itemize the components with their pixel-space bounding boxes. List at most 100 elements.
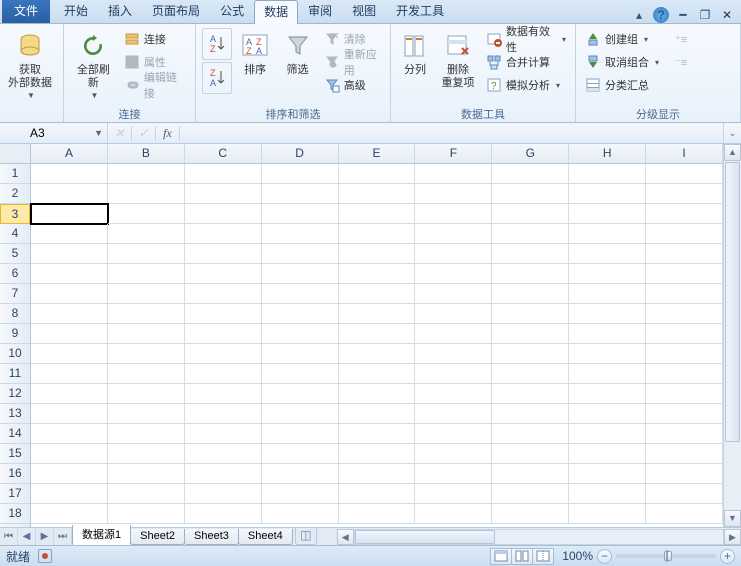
column-header[interactable]: I xyxy=(646,144,723,163)
row-header[interactable]: 14 xyxy=(0,424,30,444)
cell[interactable] xyxy=(646,504,723,524)
cell[interactable] xyxy=(185,284,262,304)
sheet-tab[interactable]: Sheet4 xyxy=(238,529,293,545)
cell[interactable] xyxy=(262,444,339,464)
cell[interactable] xyxy=(262,304,339,324)
cell[interactable] xyxy=(31,384,108,404)
cell[interactable] xyxy=(492,364,569,384)
cell[interactable] xyxy=(415,484,492,504)
cell[interactable] xyxy=(646,324,723,344)
group-button[interactable]: 创建组▾ xyxy=(582,28,662,50)
cell[interactable] xyxy=(646,404,723,424)
text-to-columns-button[interactable]: 分列 xyxy=(397,28,433,79)
cell[interactable] xyxy=(415,264,492,284)
cell[interactable] xyxy=(415,184,492,204)
cells-area[interactable] xyxy=(31,164,723,527)
tab-home[interactable]: 开始 xyxy=(54,0,98,23)
cell[interactable] xyxy=(31,264,108,284)
cell[interactable] xyxy=(185,384,262,404)
cell[interactable] xyxy=(492,444,569,464)
cell[interactable] xyxy=(415,244,492,264)
cell[interactable] xyxy=(185,204,262,224)
cell[interactable] xyxy=(262,384,339,404)
cell[interactable] xyxy=(492,384,569,404)
tab-review[interactable]: 审阅 xyxy=(298,0,342,23)
sheet-nav-prev-icon[interactable]: ◀ xyxy=(18,528,36,545)
scroll-down-icon[interactable]: ▼ xyxy=(724,510,741,527)
cell[interactable] xyxy=(31,364,108,384)
sheet-nav-next-icon[interactable]: ▶ xyxy=(36,528,54,545)
cell[interactable] xyxy=(339,324,416,344)
cell[interactable] xyxy=(108,204,185,224)
cell[interactable] xyxy=(31,424,108,444)
cell[interactable] xyxy=(415,464,492,484)
cell[interactable] xyxy=(185,324,262,344)
cell[interactable] xyxy=(569,284,646,304)
cell[interactable] xyxy=(646,184,723,204)
cell[interactable] xyxy=(646,244,723,264)
column-header[interactable]: C xyxy=(185,144,262,163)
dropdown-arrow-icon[interactable]: ▼ xyxy=(94,128,103,138)
cell[interactable] xyxy=(646,304,723,324)
row-header[interactable]: 6 xyxy=(0,264,30,284)
cell[interactable] xyxy=(262,404,339,424)
cell[interactable] xyxy=(31,244,108,264)
column-header[interactable]: A xyxy=(31,144,108,163)
cell[interactable] xyxy=(185,304,262,324)
cell[interactable] xyxy=(646,484,723,504)
cell[interactable] xyxy=(569,204,646,224)
cell[interactable] xyxy=(262,284,339,304)
advanced-filter-button[interactable]: 高级 xyxy=(321,74,384,96)
cell[interactable] xyxy=(492,424,569,444)
sheet-tab[interactable]: Sheet3 xyxy=(184,529,239,545)
cell[interactable] xyxy=(415,504,492,524)
row-header[interactable]: 12 xyxy=(0,384,30,404)
cell[interactable] xyxy=(185,244,262,264)
row-header[interactable]: 5 xyxy=(0,244,30,264)
row-header[interactable]: 13 xyxy=(0,404,30,424)
scroll-thumb[interactable] xyxy=(725,162,740,442)
cell[interactable] xyxy=(185,424,262,444)
sort-asc-button[interactable]: AZ xyxy=(202,28,232,60)
cell[interactable] xyxy=(262,324,339,344)
new-sheet-button[interactable]: ◫ xyxy=(295,528,317,545)
cell[interactable] xyxy=(339,204,416,224)
tab-insert[interactable]: 插入 xyxy=(98,0,142,23)
cell[interactable] xyxy=(646,384,723,404)
close-window-icon[interactable]: ✕ xyxy=(719,7,735,23)
cell[interactable] xyxy=(569,244,646,264)
cell[interactable] xyxy=(185,224,262,244)
cell[interactable] xyxy=(569,264,646,284)
cell[interactable] xyxy=(262,364,339,384)
scroll-left-icon[interactable]: ◀ xyxy=(337,529,354,545)
cell[interactable] xyxy=(31,404,108,424)
cell[interactable] xyxy=(108,364,185,384)
cell[interactable] xyxy=(262,184,339,204)
cell[interactable] xyxy=(492,204,569,224)
cell[interactable] xyxy=(415,304,492,324)
cell[interactable] xyxy=(492,244,569,264)
cell[interactable] xyxy=(569,464,646,484)
cell[interactable] xyxy=(31,484,108,504)
cell[interactable] xyxy=(415,204,492,224)
cell[interactable] xyxy=(108,224,185,244)
tab-file[interactable]: 文件 xyxy=(2,0,50,23)
cell[interactable] xyxy=(262,204,339,224)
column-header[interactable]: E xyxy=(339,144,416,163)
cell[interactable] xyxy=(339,484,416,504)
cell[interactable] xyxy=(185,164,262,184)
sheet-nav-first-icon[interactable]: ⏮ xyxy=(0,528,18,545)
cell[interactable] xyxy=(339,164,416,184)
cell[interactable] xyxy=(415,164,492,184)
consolidate-button[interactable]: 合并计算 xyxy=(483,51,569,73)
cell[interactable] xyxy=(339,244,416,264)
zoom-out-button[interactable]: − xyxy=(597,549,612,564)
cell[interactable] xyxy=(185,444,262,464)
cell[interactable] xyxy=(646,264,723,284)
cell[interactable] xyxy=(415,364,492,384)
cell[interactable] xyxy=(262,344,339,364)
cell[interactable] xyxy=(339,224,416,244)
cell[interactable] xyxy=(646,284,723,304)
cell[interactable] xyxy=(108,244,185,264)
tab-developer[interactable]: 开发工具 xyxy=(386,0,454,23)
